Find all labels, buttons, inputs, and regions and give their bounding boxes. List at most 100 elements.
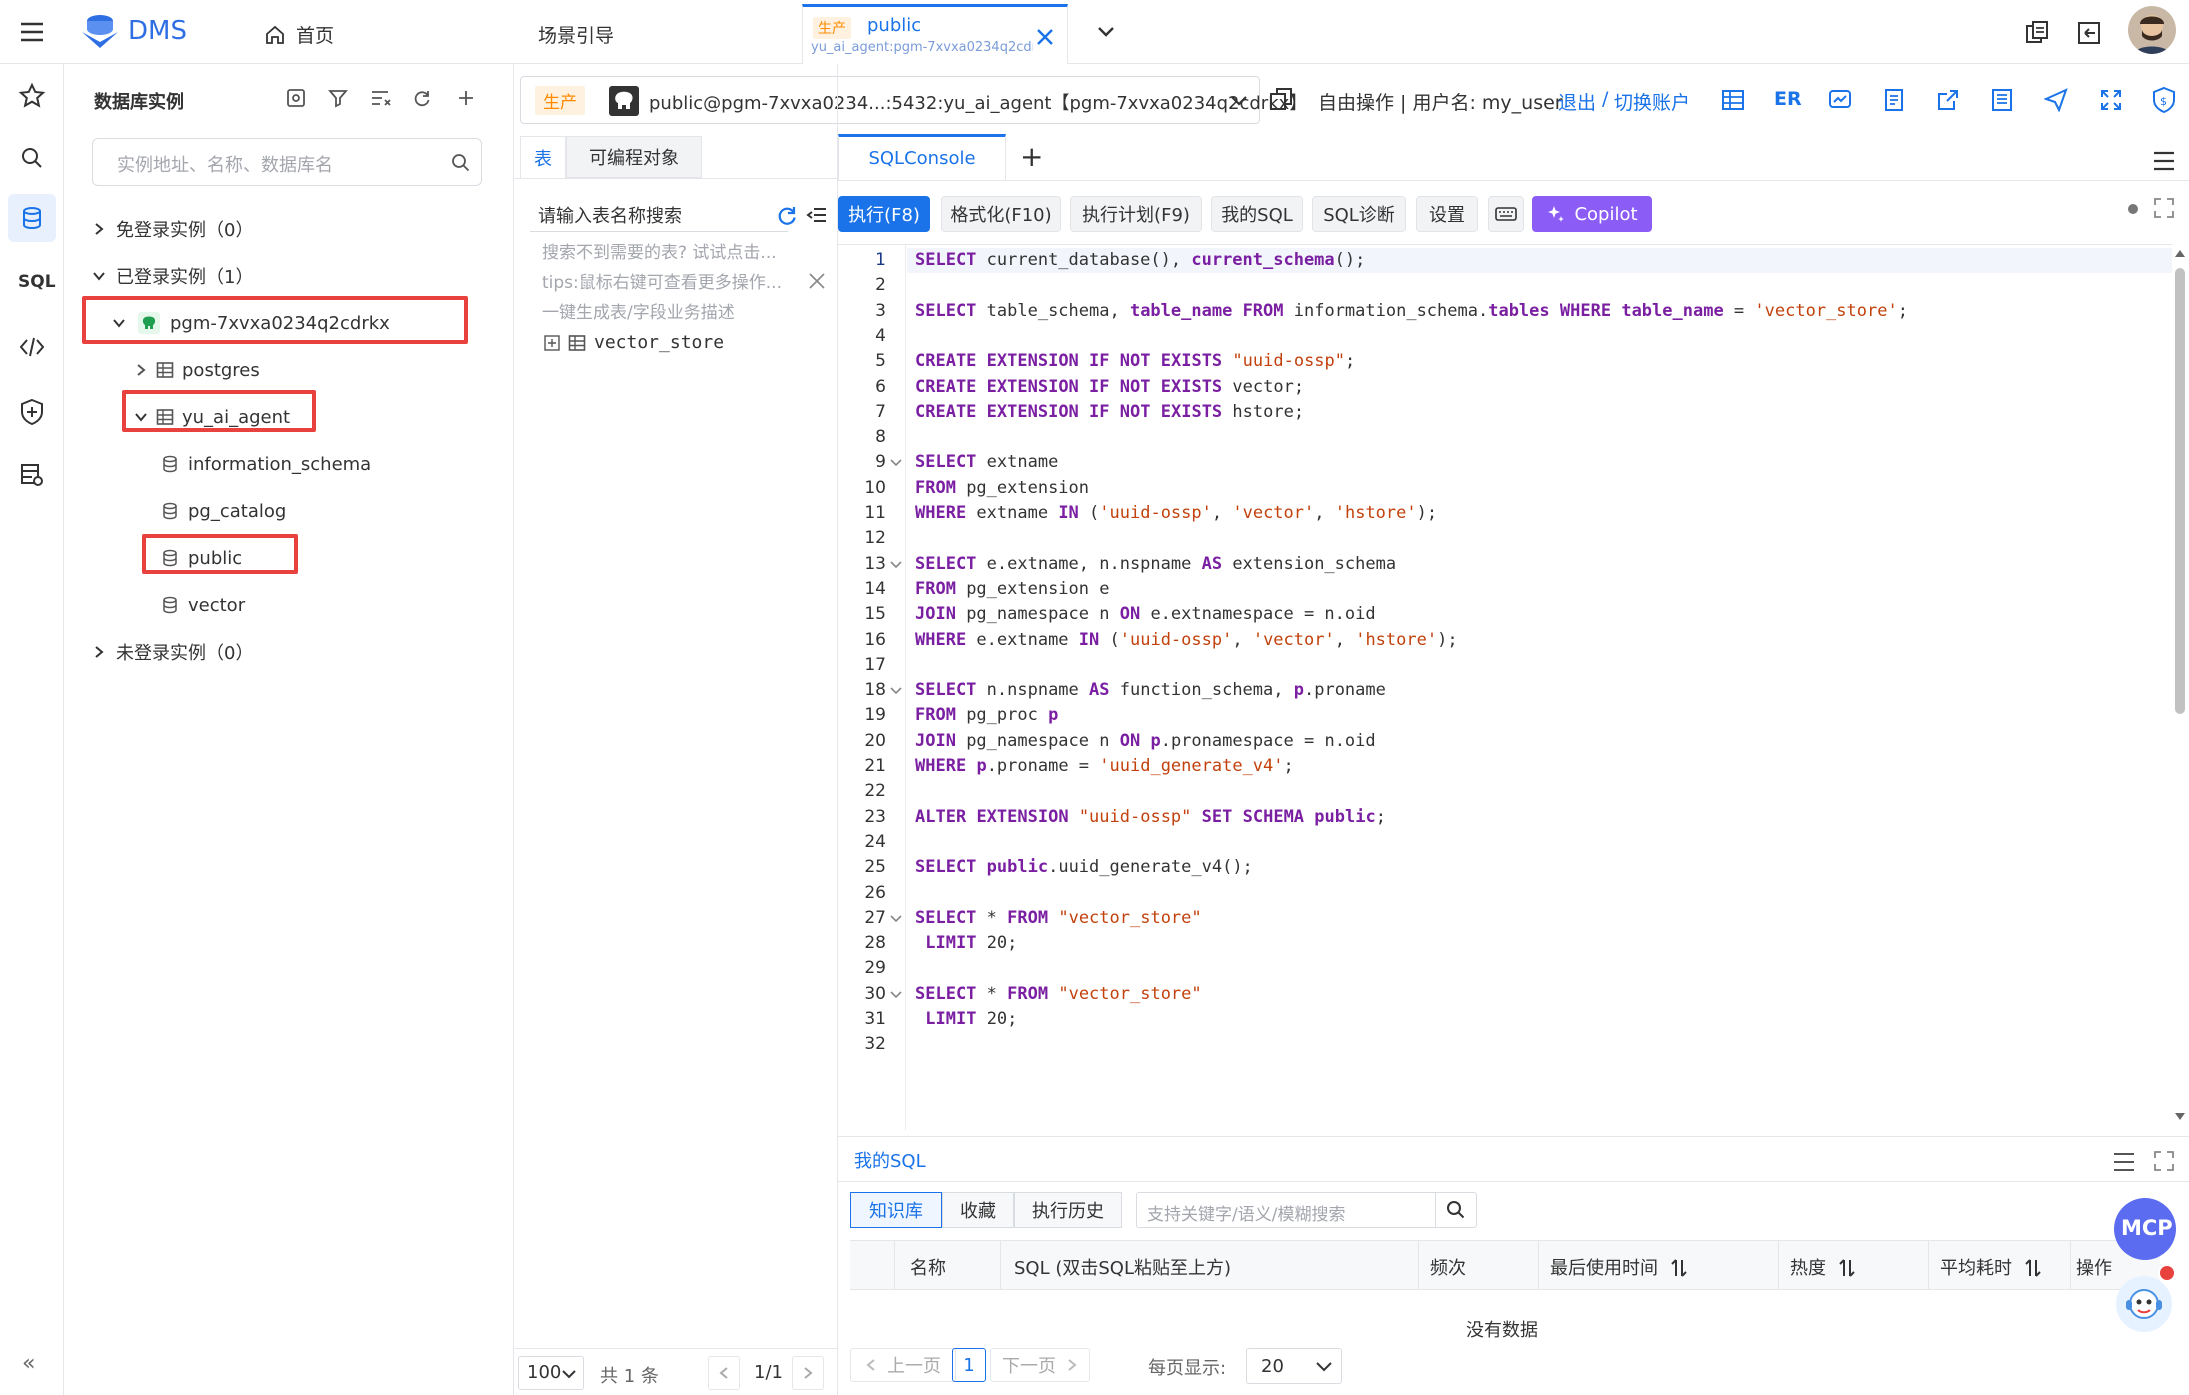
- tab-tables[interactable]: 表: [520, 136, 566, 178]
- scroll-up-icon[interactable]: [2174, 248, 2186, 258]
- editor-scrollbar[interactable]: [2172, 244, 2188, 1129]
- expand-icon[interactable]: [2152, 196, 2176, 220]
- table-icon: [156, 362, 174, 378]
- tree-schema-pg-catalog[interactable]: pg_catalog: [162, 491, 286, 531]
- instance-search-input[interactable]: 实例地址、名称、数据库名: [92, 138, 482, 186]
- database-settings-icon[interactable]: [19, 462, 45, 488]
- hint-search[interactable]: 搜索不到需要的表? 试试点击...: [542, 238, 777, 263]
- tab-public[interactable]: 生产 public yu_ai_agent:pgm-7xvxa0234q2cdr…: [802, 4, 1068, 64]
- group-free-login[interactable]: 免登录实例（0）: [92, 209, 253, 249]
- copilot-button[interactable]: Copilot: [1532, 196, 1652, 232]
- next-page-button[interactable]: 下一页: [990, 1348, 1090, 1382]
- explain-label: 执行计划(F9): [1082, 205, 1190, 226]
- refresh-icon[interactable]: [412, 88, 432, 108]
- tree-schema-information-schema[interactable]: information_schema: [162, 444, 371, 484]
- expand-icon[interactable]: [2152, 1149, 2176, 1173]
- close-icon[interactable]: [1035, 27, 1055, 47]
- line-number: 3: [875, 300, 886, 321]
- scenario-link[interactable]: 场景引导: [538, 21, 614, 48]
- add-tab-button[interactable]: +: [1020, 140, 1043, 173]
- format-button[interactable]: 格式化(F10): [941, 196, 1061, 232]
- assistant-button[interactable]: [2116, 1264, 2176, 1332]
- keyboard-button[interactable]: [1488, 196, 1524, 232]
- menu-icon[interactable]: [18, 20, 46, 44]
- chevron-left-icon: [719, 1367, 728, 1379]
- search-icon[interactable]: [20, 146, 44, 170]
- clear-filter-icon[interactable]: [370, 88, 392, 108]
- hint-generate[interactable]: 一键生成表/字段业务描述: [542, 298, 735, 323]
- scrollbar-thumb[interactable]: [2175, 268, 2185, 714]
- fold-chevron-icon[interactable]: [890, 560, 902, 570]
- table-item[interactable]: vector_store: [544, 332, 724, 353]
- tab-sqlconsole[interactable]: SQLConsole: [838, 134, 1006, 180]
- tab-programmable[interactable]: 可编程对象: [566, 136, 702, 178]
- dms-logo[interactable]: DMS: [78, 12, 187, 50]
- top-bar: DMS 首页 场景引导 生产 public yu_ai_agent:pgm-7x…: [0, 0, 2189, 64]
- sql-search-button[interactable]: [1435, 1192, 1477, 1228]
- page-size-select[interactable]: 100: [518, 1356, 584, 1390]
- filter-icon[interactable]: [328, 88, 348, 108]
- explain-button[interactable]: 执行计划(F9): [1070, 196, 1202, 232]
- code-line: SELECT extname: [915, 452, 1059, 473]
- tab-favorites[interactable]: 收藏: [942, 1192, 1014, 1228]
- col-heat[interactable]: 热度: [1790, 1254, 1826, 1280]
- group-not-logged[interactable]: 未登录实例（0）: [92, 632, 253, 672]
- sql-diagnosis-button[interactable]: SQL诊断: [1312, 196, 1406, 232]
- tab-history[interactable]: 执行历史: [1014, 1192, 1122, 1228]
- rail-database-active[interactable]: [8, 194, 56, 242]
- star-icon[interactable]: [18, 82, 46, 110]
- panel-title: 我的SQL: [854, 1151, 926, 1172]
- sort-icon[interactable]: [2024, 1258, 2042, 1278]
- tab-knowledge-base[interactable]: 知识库: [850, 1192, 942, 1228]
- chevron-right-icon: [95, 223, 104, 235]
- add-instance-icon[interactable]: [456, 88, 476, 108]
- shield-icon[interactable]: [19, 398, 45, 426]
- scroll-down-icon[interactable]: [2174, 1112, 2186, 1122]
- scan-icon[interactable]: [286, 88, 306, 108]
- code-editor[interactable]: 1 2 3 4 5 6 7 8 9 10 11 12 13 14 15 16 17 18 19 20 21 22 23 24 2…: [838, 244, 2172, 1130]
- fold-chevron-icon[interactable]: [890, 458, 902, 468]
- notification-icon[interactable]: [2024, 20, 2050, 46]
- tab-programmable-label: 可编程对象: [589, 148, 679, 169]
- fold-chevron-icon[interactable]: [890, 686, 902, 696]
- notification-badge: [2158, 1264, 2176, 1282]
- col-avg-time[interactable]: 平均耗时: [1940, 1254, 2012, 1280]
- schema-name: pg_catalog: [188, 500, 287, 522]
- tree-schema-vector[interactable]: vector: [162, 585, 245, 625]
- table-search-input[interactable]: 请输入表名称搜索: [530, 196, 788, 232]
- home-link[interactable]: 首页: [264, 21, 334, 48]
- settings-button[interactable]: 设置: [1416, 196, 1478, 232]
- per-page-select[interactable]: 20: [1246, 1348, 1342, 1384]
- col-last-used[interactable]: 最后使用时间: [1550, 1254, 1658, 1280]
- exit-workspace-icon[interactable]: [2076, 20, 2102, 46]
- sort-icon[interactable]: [1670, 1258, 1688, 1278]
- chevron-down-icon[interactable]: [1096, 24, 1116, 40]
- fold-chevron-icon[interactable]: [890, 990, 902, 1000]
- col-divider: [2070, 1240, 2071, 1290]
- my-sql-button[interactable]: 我的SQL: [1211, 196, 1303, 232]
- menu-icon[interactable]: [2152, 150, 2176, 172]
- close-icon[interactable]: [808, 272, 826, 290]
- menu-icon[interactable]: [2112, 1151, 2136, 1173]
- code-icon[interactable]: [18, 336, 46, 358]
- prev-page-button[interactable]: [708, 1356, 740, 1390]
- collapse-rail-icon[interactable]: «: [22, 1351, 35, 1376]
- mcp-button[interactable]: MCP: [2114, 1198, 2176, 1260]
- collapse-list-icon[interactable]: [806, 204, 828, 226]
- page-1-button[interactable]: 1: [952, 1348, 986, 1382]
- run-button[interactable]: 执行(F8): [838, 196, 930, 232]
- next-page-button[interactable]: [792, 1356, 824, 1390]
- avatar[interactable]: [2128, 6, 2176, 54]
- sql-search-input[interactable]: 支持关键字/语义/模糊搜索: [1136, 1192, 1436, 1228]
- prev-page-button[interactable]: 上一页: [850, 1348, 956, 1382]
- sort-icon[interactable]: [1838, 1258, 1856, 1278]
- next-page-label: 下一页: [1002, 1356, 1056, 1377]
- tree-db-postgres[interactable]: postgres: [134, 350, 260, 390]
- search-icon[interactable]: [451, 153, 471, 173]
- group-logged-in[interactable]: 已登录实例（1）: [92, 256, 253, 296]
- expand-plus-icon[interactable]: [544, 334, 560, 351]
- fold-chevron-icon[interactable]: [890, 914, 902, 924]
- line-number: 18: [864, 680, 886, 701]
- refresh-icon[interactable]: [776, 204, 798, 226]
- sql-icon[interactable]: SQL: [18, 272, 56, 292]
